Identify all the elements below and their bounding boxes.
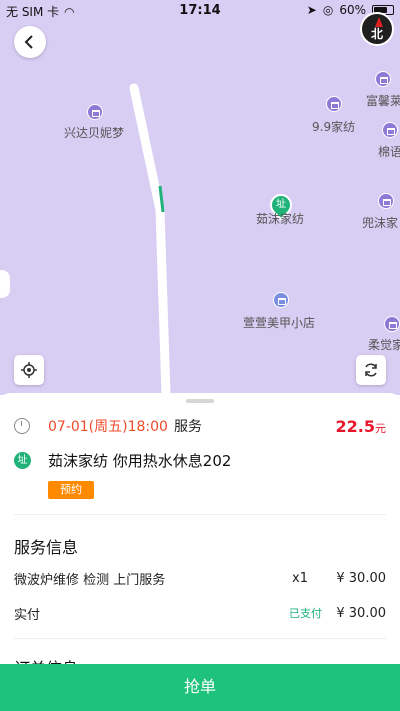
road-path [129,83,171,395]
divider [14,514,386,515]
order-address-row: 址 茹沫家纺 你用热水休息202 [14,450,386,471]
alarm-icon: ◎ [322,3,334,17]
shop-icon [378,193,394,209]
locate-button[interactable] [14,355,44,385]
divider [14,638,386,639]
poi-label[interactable]: 兜沫家 [362,214,398,231]
order-address: 茹沫家纺 你用热水休息202 [48,452,232,470]
shop-icon [382,122,398,138]
shop-icon [87,104,103,120]
refresh-icon [365,363,377,377]
status-bar: 无 SIM 卡 ◠ 17:14 ➤ ◎ 60% [0,0,400,22]
service-item-name: 微波炉维修 检测 上门服务 [14,572,166,588]
paid-label: 实付 [14,607,41,623]
shop-icon [375,71,391,87]
poi-label[interactable]: 富馨莱 [366,92,400,109]
shop-icon [326,96,342,112]
back-button[interactable] [14,26,46,58]
service-item-row: 微波炉维修 检测 上门服务 x1 ¥ 30.00 [14,569,386,588]
map-view[interactable]: 无 SIM 卡 ◠ 17:14 ➤ ◎ 60% 北 兴达贝妮梦 9.9家纺 富馨… [0,0,400,395]
address-icon: 址 [14,452,31,469]
crosshair-icon [21,362,37,378]
service-label: 服务 [173,419,202,435]
compass-icon[interactable]: 北 [360,12,394,46]
chevron-left-icon [24,35,33,49]
shop-icon [384,316,400,332]
service-info-title: 服务信息 [14,538,79,557]
alarm-clock-icon [14,418,30,434]
order-time: 07-01(周五)18:00 [48,419,168,435]
order-time-row: 07-01(周五)18:00 服务 22.5元 [14,416,386,436]
poi-label[interactable]: 柔觉家 [368,336,400,353]
side-drawer-handle[interactable] [0,270,10,298]
poi-label[interactable]: 9.9家纺 [312,118,355,135]
price-unit: 元 [375,421,386,435]
service-item-qty: x1 [292,570,308,586]
refresh-button[interactable] [356,355,386,385]
poi-label[interactable]: 兴达贝妮梦 [64,124,124,141]
poi-label[interactable]: 萱萱美甲小店 [243,314,315,331]
grab-order-button[interactable]: 抢单 [0,664,400,711]
compass-label: 北 [370,26,383,41]
paid-status: 已支付 [289,607,322,620]
order-price: 22.5元 [336,417,386,436]
poi-label[interactable]: 茹沫家纺 [256,210,304,227]
poi-label[interactable]: 棉语 [378,143,400,160]
shop-icon [273,292,289,308]
battery-text: 60% [339,3,366,17]
reservation-badge: 预约 [48,481,94,499]
paid-row: 实付 已支付 ¥ 30.00 [14,604,386,623]
service-item-amount: ¥ 30.00 [336,570,386,586]
panel-handle[interactable] [186,399,214,403]
paid-amount: ¥ 30.00 [336,605,386,621]
price-value: 22.5 [335,416,375,436]
location-icon: ➤ [306,3,317,17]
